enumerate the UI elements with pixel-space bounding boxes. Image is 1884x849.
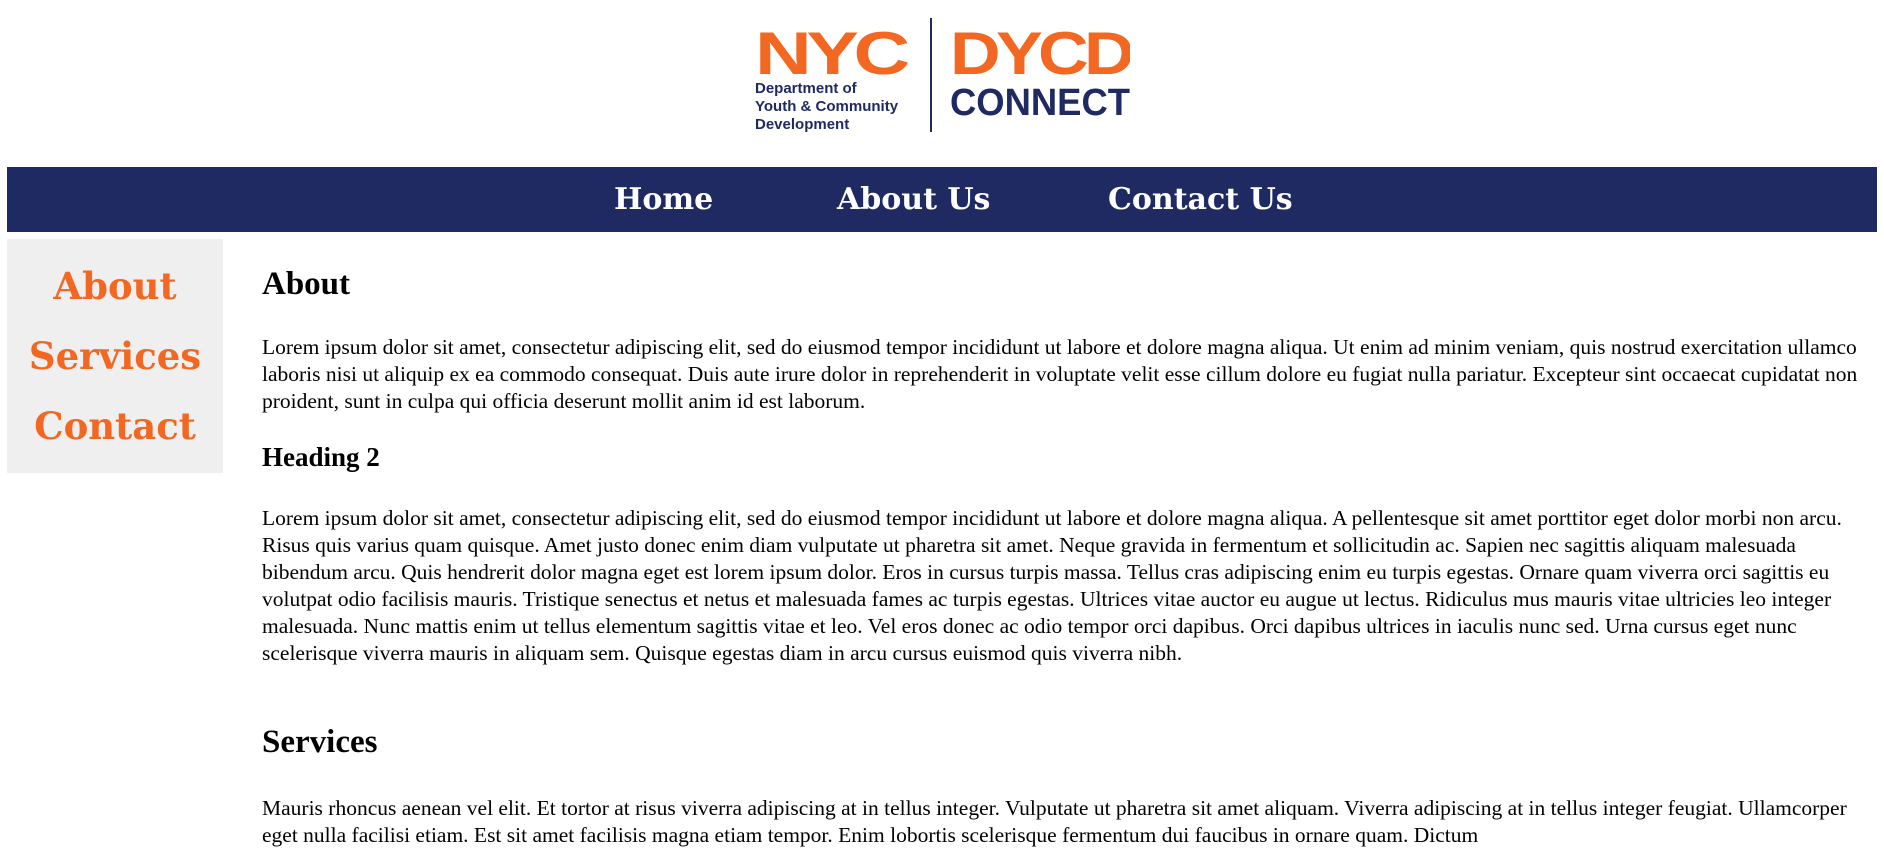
sidebar-item-contact[interactable]: Contact bbox=[7, 403, 223, 449]
nav-item-home[interactable]: Home bbox=[614, 167, 713, 232]
logo-dycd-text: DYCD bbox=[950, 20, 1130, 87]
logo-divider bbox=[930, 18, 932, 132]
about-paragraph: Lorem ipsum dolor sit amet, consectetur … bbox=[262, 335, 1858, 413]
main-nav: Home About Us Contact Us bbox=[7, 167, 1877, 232]
heading-2: Heading 2 bbox=[262, 442, 380, 472]
services-paragraph: Mauris rhoncus aenean vel elit. Et torto… bbox=[262, 796, 1847, 847]
heading-2-paragraph: Lorem ipsum dolor sit amet, consectetur … bbox=[262, 506, 1842, 665]
logo-dept-line-1: Department of bbox=[755, 80, 858, 97]
logo-connect-text: CONNECT bbox=[950, 82, 1130, 124]
logo-nyc-text: NYC bbox=[755, 20, 908, 87]
sidebar-item-about[interactable]: About bbox=[7, 263, 223, 309]
nyc-dycd-connect-logo[interactable]: NYC Department of Youth & Community Deve… bbox=[755, 18, 1130, 136]
sidebar-item-services[interactable]: Services bbox=[7, 333, 223, 379]
nav-item-about-us[interactable]: About Us bbox=[837, 167, 990, 232]
logo-dept-line-3: Development bbox=[755, 116, 849, 133]
about-heading: About bbox=[262, 266, 351, 302]
nav-item-contact-us[interactable]: Contact Us bbox=[1108, 167, 1293, 232]
sidebar: About Services Contact bbox=[7, 239, 223, 473]
logo-dept-line-2: Youth & Community bbox=[755, 98, 899, 115]
services-heading: Services bbox=[262, 724, 378, 760]
site-header: NYC Department of Youth & Community Deve… bbox=[0, 0, 1884, 167]
